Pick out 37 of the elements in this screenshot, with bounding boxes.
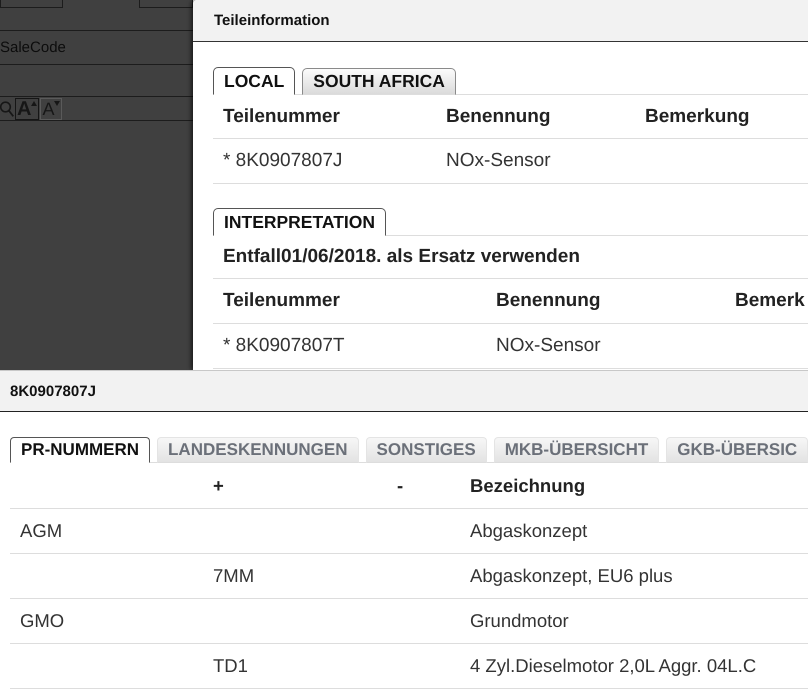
column-header: + [212,474,224,496]
tab[interactable]: PR-NUMMERN [10,437,150,463]
table-cell-text: GMO [19,610,64,631]
table-cell-text: Grundmotor [469,610,569,631]
dialog-title: Teileinformation [214,12,330,29]
caret-up-icon [31,100,38,106]
tab[interactable]: LOCAL [213,67,296,95]
table-cell-text: Abgaskonzept, EU6 plus [469,565,673,586]
column-header: Teilenummer [222,290,341,312]
tab[interactable]: LANDESKENNUNGEN [157,437,359,463]
tab[interactable]: SONSTIGES [366,437,487,463]
table-cell-text: * 8K0907807T [222,335,344,356]
search-icon[interactable] [0,100,14,116]
table-cell-text: * 8K0907807J [222,150,342,171]
table-cell-text: TD1 [212,655,248,676]
table-cell-text: 4 Zyl.Dieselmotor 2,0L Aggr. 04L.C [469,655,756,676]
column-header: - [396,474,404,496]
table-cell-text: NOx-Sensor [445,150,551,171]
table-cell-text: NOx-Sensor [495,335,601,356]
column-header: Teilenummer [222,106,341,128]
tab[interactable]: SOUTH AFRICA [302,68,456,95]
input-field[interactable] [0,0,63,8]
tab[interactable]: INTERPRETATION [213,208,386,236]
tab[interactable]: MKB-ÜBERSICHT [494,437,660,463]
table-cell-text: Abgaskonzept [469,520,588,541]
column-header: Bezeichnung [469,474,586,496]
column-header: Bemerk [734,290,806,312]
column-header: Benennung [495,290,602,312]
panel-title: 8K0907807J [10,382,96,400]
table-cell-text: AGM [19,520,62,541]
caret-down-icon [54,100,60,106]
input-field[interactable] [139,0,193,8]
column-header: Benennung [445,106,552,128]
column-header: Bemerkung [644,106,751,128]
tab[interactable]: GKB-ÜBERSIC [666,437,808,463]
interpretation-note: Entfall01/06/2018. als Ersatz verwenden [222,246,581,268]
table-cell-text: 7MM [212,565,254,586]
